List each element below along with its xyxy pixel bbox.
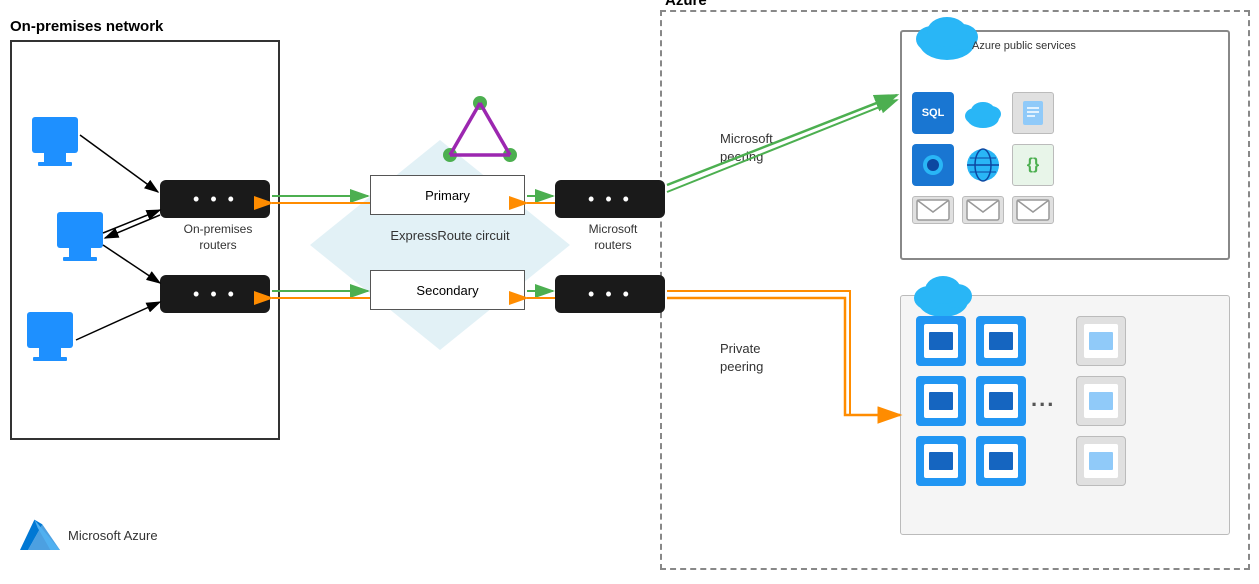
onprem-network-title: On-premises network: [10, 18, 163, 35]
code-icon: {}: [1012, 144, 1054, 186]
vm-icon-r1: [1076, 316, 1126, 366]
ms-azure-logo: Microsoft Azure: [20, 518, 158, 554]
private-peering-box: ...: [900, 295, 1230, 535]
computer-middle: [55, 210, 105, 268]
storage-icon: [912, 144, 954, 186]
vm-icon-6: [976, 436, 1026, 486]
vm-icon-2: [976, 316, 1026, 366]
primary-circuit-box: Primary: [370, 175, 525, 215]
expressroute-triangle-icon: [440, 95, 520, 168]
azure-logo-svg: [20, 518, 60, 554]
hub-shape: [310, 140, 570, 350]
secondary-label: Secondary: [416, 283, 478, 298]
expressroute-circuit-label: ExpressRoute circuit: [390, 228, 510, 243]
ms-router-bottom: • • •: [555, 275, 665, 313]
vm-dots: ...: [1031, 386, 1055, 412]
computer-top: [30, 115, 80, 173]
ms-router-top: • • •: [555, 180, 665, 218]
sql-icon: SQL: [912, 92, 954, 134]
azure-public-services-title: Azure public services: [972, 40, 1076, 52]
globe-icon: [962, 144, 1004, 186]
diagram-container: On-premises network Azure: [0, 0, 1259, 584]
vm-icon-4: [976, 376, 1026, 426]
computer-bottom: [25, 310, 75, 368]
ms-azure-text: Microsoft Azure: [68, 527, 158, 545]
email-icon-1: [912, 196, 954, 224]
onprem-routers-label: On-premisesrouters: [168, 222, 268, 253]
vm-icon-3: [916, 376, 966, 426]
email-icon-3: [1012, 196, 1054, 224]
ms-routers-label: Microsoftrouters: [563, 222, 663, 253]
email-icon-2: [962, 196, 1004, 224]
document-icon: [1012, 92, 1054, 134]
onprem-router-bottom: • • •: [160, 275, 270, 313]
vm-icon-5: [916, 436, 966, 486]
cloud-service-icon: [962, 92, 1004, 134]
azure-title: Azure: [660, 0, 712, 9]
vm-icon-1: [916, 316, 966, 366]
vm-grid-left: [916, 316, 1026, 486]
vm-icon-r2: [1076, 376, 1126, 426]
secondary-circuit-box: Secondary: [370, 270, 525, 310]
ms-peering-label: Microsoftpeering: [720, 130, 773, 166]
vm-grid-right: [1076, 316, 1126, 486]
onprem-router-top: • • •: [160, 180, 270, 218]
azure-public-box: Azure public services SQL: [900, 30, 1230, 260]
private-peering-label: Privatepeering: [720, 340, 763, 376]
primary-label: Primary: [425, 188, 470, 203]
vm-icon-r3: [1076, 436, 1126, 486]
